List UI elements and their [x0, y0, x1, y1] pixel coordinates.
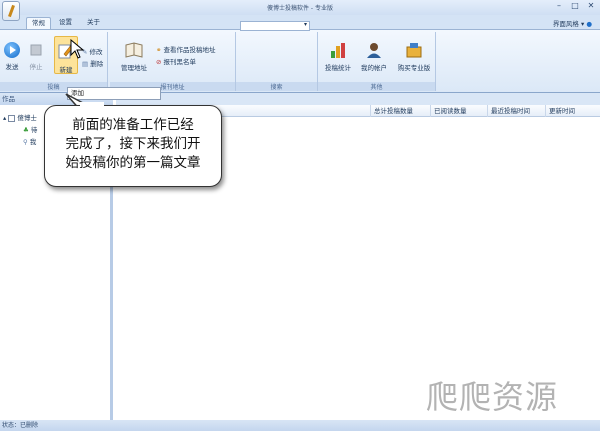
manage-address-label: 管理地址	[121, 64, 147, 72]
column-update-time[interactable]: 更新时间	[545, 105, 600, 117]
new-label: 新建	[59, 66, 73, 74]
stop-button[interactable]: 停止	[26, 42, 46, 71]
tab-settings[interactable]: 设置	[54, 17, 77, 29]
edit-button[interactable]: ✎ 修改	[82, 46, 103, 56]
group-submit: 发送 停止 新建 ✎ 修改 ▤ 删除 投稿	[0, 32, 108, 91]
send-icon	[4, 42, 20, 58]
manage-address-button[interactable]: 管理地址	[118, 41, 150, 72]
folder-icon	[8, 114, 16, 122]
account-label: 我的帐户	[361, 64, 387, 72]
buy-pro-label: 购买专业版	[397, 64, 431, 72]
callout-line-2: 完成了，接下来我们开	[65, 136, 201, 152]
tree-item-pending[interactable]: ♣ 待	[23, 124, 37, 134]
maximize-button[interactable]: □	[568, 0, 582, 12]
tree-item-mine[interactable]: ⚲ 我	[23, 136, 36, 146]
stop-label: 停止	[29, 63, 43, 71]
window-title: 傻博士投稿软件 - 专业版	[267, 5, 333, 12]
blacklist-button[interactable]: ⊘ 报刊黑名单	[156, 56, 196, 66]
ui-style-menu[interactable]: 界面风格 ▾ ●	[553, 18, 592, 28]
view-address-label: 查看作品投稿地址	[163, 46, 216, 54]
stats-label: 投稿统计	[325, 64, 351, 72]
user-icon	[367, 43, 381, 58]
group-other: 投稿统计 我的帐户 购买专业版 其他	[318, 32, 436, 91]
ui-style-label: 界面风格	[552, 20, 579, 28]
tab-general[interactable]: 常规	[26, 17, 51, 29]
send-button[interactable]: 发送	[2, 42, 22, 71]
send-label: 发送	[5, 63, 19, 71]
group-address: 管理地址 ⚭ 查看作品投稿地址 ⊘ 报刊黑名单 报刊地址	[110, 32, 236, 91]
close-button[interactable]: ✕	[584, 0, 598, 12]
group-label-other: 其他	[318, 82, 435, 91]
cart-icon	[406, 43, 422, 58]
tab-about[interactable]: 关于	[82, 17, 105, 29]
link-icon: ⚭	[156, 46, 162, 54]
bar-chart-icon	[331, 43, 345, 58]
account-button[interactable]: 我的帐户	[357, 41, 391, 72]
watermark: 爬爬资源	[426, 378, 559, 416]
callout-line-1: 前面的准备工作已经	[72, 117, 194, 133]
tree-label-pending: 待	[30, 126, 38, 134]
blacklist-label: 报刊黑名单	[163, 58, 197, 66]
app-logo-icon[interactable]	[2, 1, 20, 21]
group-label-search: 搜索	[236, 82, 317, 91]
tree-label-root: 傻博士	[17, 114, 37, 122]
delete-label: 删除	[90, 60, 104, 68]
status-bar: 状态：已删除	[0, 420, 600, 431]
buy-pro-button[interactable]: 购买专业版	[394, 41, 434, 72]
stop-icon	[30, 44, 42, 56]
pending-icon: ♣	[23, 126, 29, 134]
mouse-cursor-icon	[70, 39, 84, 59]
chevron-down-icon: ▾	[580, 20, 585, 28]
collapse-icon[interactable]: ▴	[3, 114, 6, 122]
edit-label: 修改	[89, 48, 103, 56]
minimize-button[interactable]: –	[552, 0, 566, 12]
column-read-count[interactable]: 已阅读数量	[430, 105, 487, 117]
tree-item-root[interactable]: ▴ 傻博士	[3, 112, 37, 122]
help-icon[interactable]: ●	[586, 20, 592, 28]
view-address-button[interactable]: ⚭ 查看作品投稿地址	[156, 44, 216, 54]
stats-button[interactable]: 投稿统计	[320, 41, 356, 72]
title-bar: 傻博士投稿软件 - 专业版 – □ ✕	[0, 0, 600, 15]
column-total-submissions[interactable]: 总计投稿数量	[370, 105, 430, 117]
address-book-icon	[125, 42, 143, 58]
delete-icon: ▤	[82, 60, 89, 68]
delete-button[interactable]: ▤ 删除	[82, 58, 103, 68]
callout-pointer-join	[80, 102, 104, 108]
magnifier-icon: ⚲	[23, 138, 28, 146]
search-input[interactable]: ▾	[240, 21, 310, 31]
tree-label-mine: 我	[29, 138, 37, 146]
tutorial-callout: 前面的准备工作已经 完成了，接下来我们开 始投稿你的第一篇文章	[44, 105, 222, 187]
callout-line-3: 始投稿你的第一篇文章	[65, 155, 201, 171]
ribbon: 发送 停止 新建 ✎ 修改 ▤ 删除 投稿 管理地址 ⚭ 查看作品投稿地址 ⊘ …	[0, 29, 600, 93]
list-topbar	[116, 93, 600, 105]
group-search: 搜索	[236, 32, 318, 91]
blacklist-icon: ⊘	[156, 58, 162, 66]
column-last-submit-time[interactable]: 最近投稿时间	[487, 105, 545, 117]
chevron-down-icon: ▾	[303, 21, 307, 28]
